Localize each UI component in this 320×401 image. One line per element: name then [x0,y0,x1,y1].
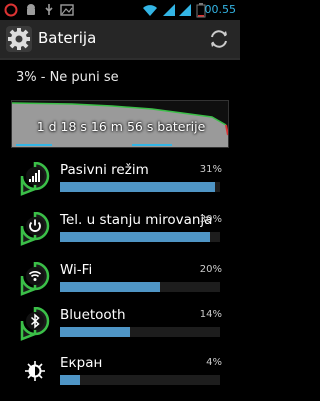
signal-icon [20,162,50,196]
notification-red-icon [4,3,18,17]
usage-bar-fill [60,327,130,337]
action-bar: Baterija [0,20,240,60]
usage-bar-fill [60,182,215,192]
signal-1-icon [163,4,175,16]
usage-bar [60,182,220,192]
usage-row-wifi[interactable]: Wi-Fi 20% [0,258,240,308]
usage-label: Bluetooth [60,307,126,323]
usage-bar [60,282,220,292]
power-icon [20,212,50,246]
wifi-status-icon [143,5,157,16]
battery-duration-label: 1 d 18 s 16 m 56 s baterije [36,119,206,134]
refresh-icon[interactable] [208,28,230,50]
settings-gear-icon[interactable] [6,26,32,52]
usage-row-screen[interactable]: Екран 4% [0,351,240,401]
usage-label: Tel. u stanju mirovanja [60,212,213,228]
brightness-icon [25,361,45,381]
signal-2-icon [179,4,191,16]
battery-status-text: 3% - Ne puni se [16,70,119,85]
usage-label: Pasivni režim [60,162,149,178]
usage-bar-fill [60,375,80,385]
usage-percent: 20% [199,264,222,275]
usage-row-bluetooth[interactable]: Bluetooth 14% [0,303,240,353]
usage-percent: 30% [199,214,222,225]
usb-icon [45,4,53,15]
android-icon [27,4,35,15]
bluetooth-icon [20,307,50,341]
usage-percent: 4% [206,357,222,368]
usage-label: Екран [60,355,103,371]
battery-history-graph[interactable]: 1 d 18 s 16 m 56 s baterije [11,100,229,148]
clock: 00.55 [204,3,237,16]
status-bar: 00.55 [0,0,240,20]
wifi-icon [20,262,50,296]
usage-bar [60,375,220,385]
usage-bar-fill [60,232,210,242]
usage-bar [60,327,220,337]
gallery-icon [60,4,74,16]
usage-row-phone-idle[interactable]: Tel. u stanju mirovanja 30% [0,208,240,258]
usage-bar [60,232,220,242]
usage-percent: 31% [199,164,222,175]
usage-percent: 14% [199,309,222,320]
page-title: Baterija [38,29,97,47]
usage-row-standby[interactable]: Pasivni režim 31% [0,158,240,208]
usage-bar-fill [60,282,160,292]
usage-label: Wi-Fi [60,262,93,278]
